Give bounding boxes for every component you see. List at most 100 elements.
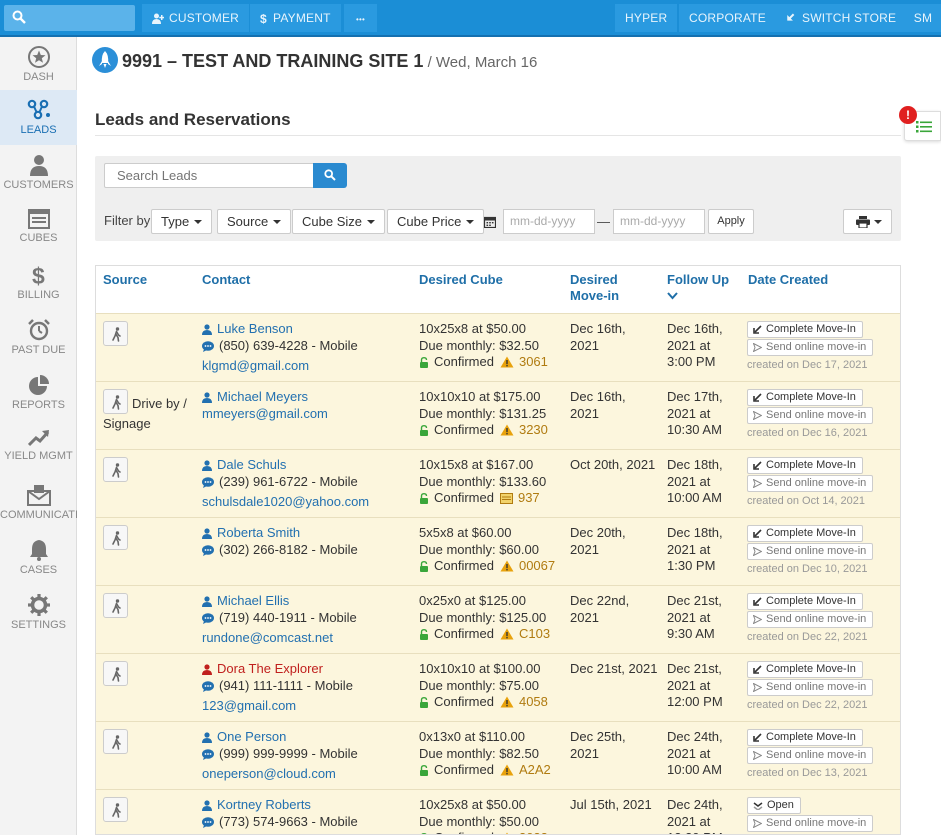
complete-move-in-button[interactable]: Complete Move-In: [747, 321, 863, 338]
follow-up: Dec 16th, 2021 at 3:00 PM: [667, 321, 723, 371]
send-online-move-in-button[interactable]: Send online move-in: [747, 815, 874, 832]
unit-number-link[interactable]: 4058: [519, 694, 548, 709]
complete-move-in-button[interactable]: Complete Move-In: [747, 661, 863, 678]
sidebar-item-reports[interactable]: REPORTS: [0, 365, 77, 420]
lock-icon: [420, 629, 428, 640]
complete-move-in-button[interactable]: Complete Move-In: [747, 525, 863, 542]
send-online-move-in-button[interactable]: Send online move-in: [747, 407, 874, 424]
unit-number-link[interactable]: 00067: [519, 558, 555, 573]
source-icon-button[interactable]: [103, 593, 128, 618]
sidebar-item-customers[interactable]: CUSTOMERS: [0, 145, 77, 200]
unit-number-link[interactable]: A2A2: [519, 762, 551, 777]
action-label: Complete Move-In: [766, 731, 856, 743]
unit-number-link[interactable]: 3022: [519, 830, 548, 834]
date-to-input[interactable]: mm-dd-yyyy: [613, 209, 705, 234]
sidebar-item-leads[interactable]: LEADS: [0, 90, 77, 145]
contact-name-link[interactable]: One Person: [217, 729, 286, 744]
caret-down-icon: [366, 220, 375, 224]
follow-line-1: Dec 21st,: [667, 661, 722, 676]
more-button[interactable]: •••: [344, 4, 377, 32]
unit-number-link[interactable]: 3061: [519, 354, 548, 369]
source-icon-button[interactable]: [103, 321, 128, 346]
contact-email-link[interactable]: mmeyers@gmail.com: [202, 406, 328, 423]
payment-button[interactable]: $ PAYMENT: [250, 4, 341, 32]
col-follow-up[interactable]: Follow Up: [667, 272, 729, 304]
complete-move-in-button[interactable]: Complete Move-In: [747, 593, 863, 610]
col-contact[interactable]: Contact: [202, 272, 250, 288]
customer-label: CUSTOMER: [169, 11, 240, 25]
source-icon-button[interactable]: [103, 797, 128, 822]
complete-move-in-button[interactable]: Complete Move-In: [747, 457, 863, 474]
col-desired-movein[interactable]: Desired Move-in: [570, 272, 619, 304]
contact-email-link[interactable]: rundone@comcast.net: [202, 630, 333, 647]
send-online-move-in-button[interactable]: Send online move-in: [747, 611, 874, 628]
contact-email-link[interactable]: 123@gmail.com: [202, 698, 296, 715]
sidebar-item-past-due[interactable]: PAST DUE: [0, 310, 77, 365]
sidebar-item-cases[interactable]: CASES: [0, 530, 77, 585]
send-online-move-in-button[interactable]: Send online move-in: [747, 679, 874, 696]
source-icon-button[interactable]: [103, 525, 128, 550]
sidebar-item-cubes[interactable]: CUBES: [0, 200, 77, 255]
date-from-input[interactable]: mm-dd-yyyy: [503, 209, 595, 234]
send-online-move-in-button[interactable]: Send online move-in: [747, 747, 874, 764]
source-icon-button[interactable]: [103, 389, 128, 414]
complete-move-in-button[interactable]: Complete Move-In: [747, 729, 863, 746]
send-online-move-in-button[interactable]: Send online move-in: [747, 475, 874, 492]
customer-button[interactable]: CUSTOMER: [142, 4, 250, 32]
source-icon-button[interactable]: [103, 661, 128, 686]
unit-number-link[interactable]: 937: [518, 490, 540, 505]
unit-number-link[interactable]: 3230: [519, 422, 548, 437]
source-dropdown[interactable]: Source: [217, 209, 292, 234]
send-online-move-in-button[interactable]: Send online move-in: [747, 543, 874, 560]
contact-name-link[interactable]: Michael Meyers: [217, 389, 308, 404]
send-online-move-in-button[interactable]: Send online move-in: [747, 339, 874, 356]
contact-email-link[interactable]: oneperson@cloud.com: [202, 766, 336, 783]
col-desired-cube[interactable]: Desired Cube: [419, 272, 503, 288]
cube-price-dropdown[interactable]: Cube Price: [387, 209, 485, 234]
contact-name-link[interactable]: Dale Schuls: [217, 457, 286, 472]
contact-name-link[interactable]: Luke Benson: [217, 321, 293, 336]
contact-name-link[interactable]: Dora The Explorer: [217, 661, 323, 676]
hyper-button[interactable]: HYPER: [615, 4, 678, 32]
contact-name-link[interactable]: Michael Ellis: [217, 593, 289, 608]
calendar-icon: [484, 216, 496, 228]
global-search[interactable]: [4, 5, 135, 31]
sidebar-item-communications[interactable]: COMMUNICATIONS: [0, 475, 77, 530]
open-button[interactable]: Open: [747, 797, 801, 814]
more-label: •••: [355, 15, 365, 24]
corporate-button[interactable]: CORPORATE: [679, 4, 776, 32]
cube-size-dropdown[interactable]: Cube Size: [292, 209, 385, 234]
unit-number-link[interactable]: C103: [519, 626, 550, 641]
svg-text:$: $: [260, 12, 267, 24]
sidebar-item-dash[interactable]: DASH: [0, 37, 77, 92]
table-row: One Person (999) 999-9999 - Mobile onepers…: [96, 721, 900, 789]
contact-email-link[interactable]: schulsdale1020@yahoo.com: [202, 494, 369, 511]
movein-line-2: 2021: [570, 337, 599, 353]
hyper-label: HYPER: [625, 11, 668, 25]
contact-name-link[interactable]: Roberta Smith: [217, 525, 300, 540]
sidebar-label: CUSTOMERS: [3, 179, 74, 191]
contact-phone: (719) 440-1911 - Mobile: [219, 610, 357, 625]
movein-line-1: Oct 20th, 2021: [570, 457, 656, 472]
chat-icon: [202, 817, 214, 828]
contact-name-link[interactable]: Kortney Roberts: [217, 797, 311, 812]
sidebar-item-settings[interactable]: SETTINGS: [0, 585, 77, 640]
contact-email-link[interactable]: klgmd@gmail.com: [202, 358, 309, 375]
lead-search-input[interactable]: [104, 163, 314, 188]
apply-button[interactable]: Apply: [708, 209, 754, 234]
source-icon-button[interactable]: [103, 457, 128, 482]
desired-movein: Dec 16th, 2021: [570, 389, 626, 422]
type-dropdown[interactable]: Type: [151, 209, 213, 234]
col-source[interactable]: Source: [103, 272, 147, 288]
switch-store-button[interactable]: SWITCH STORE: [776, 4, 907, 32]
sidebar-item-billing[interactable]: $ BILLING: [0, 255, 77, 310]
user-menu-button[interactable]: SM: [905, 4, 941, 32]
sidebar-item-yield-mgmt[interactable]: YIELD MGMT: [0, 420, 77, 475]
chat-icon: [202, 613, 214, 624]
print-dropdown[interactable]: [843, 209, 892, 234]
notifications-tab[interactable]: !: [899, 106, 941, 141]
complete-move-in-button[interactable]: Complete Move-In: [747, 389, 863, 406]
search-button[interactable]: [313, 163, 347, 188]
source-icon-button[interactable]: [103, 729, 128, 754]
col-date-created[interactable]: Date Created: [748, 272, 828, 288]
